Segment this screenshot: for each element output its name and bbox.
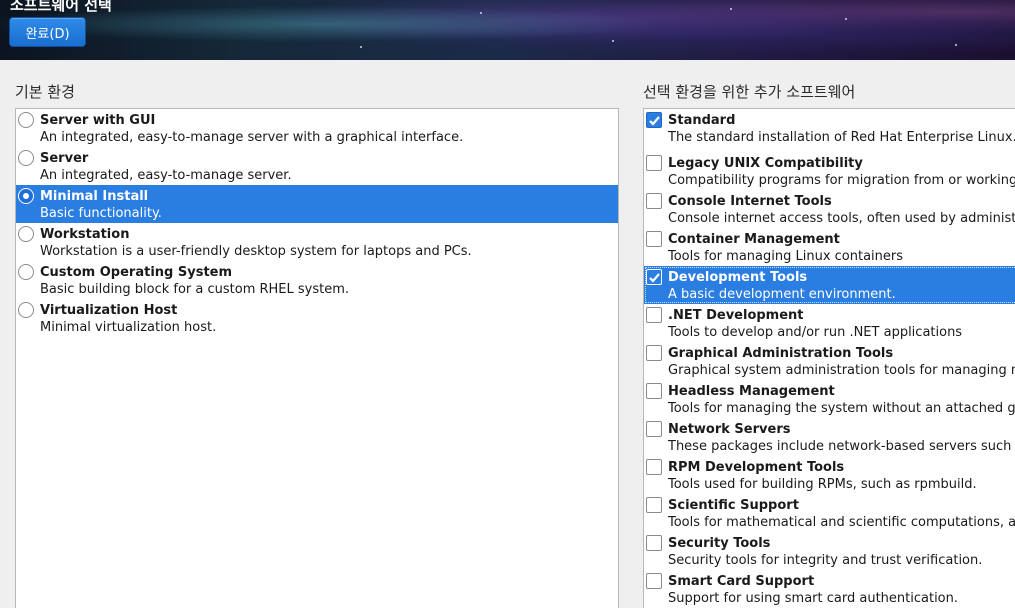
addons-heading: 선택 환경을 위한 추가 소프트웨어 [643,83,856,101]
environment-option[interactable]: Server with GUI An integrated, easy-to-ma… [16,109,618,147]
star-decoration [612,40,614,42]
environment-description: Basic functionality. [40,206,162,221]
addon-name: Console Internet Tools [668,194,832,209]
addon-option[interactable]: Development Tools A basic development env… [644,266,1015,304]
radio-icon[interactable] [18,226,34,242]
checkbox-icon[interactable] [646,383,662,399]
checkbox-icon[interactable] [646,535,662,551]
addon-option[interactable]: Console Internet Tools Console internet a… [644,190,1015,228]
radio-icon[interactable] [18,150,34,166]
checkbox-checked-icon[interactable] [646,112,662,128]
addon-description: Support for using smart card authenticat… [668,591,959,606]
page-title: 소프트웨어 선택 [10,0,112,14]
radio-icon[interactable] [18,112,34,128]
addon-name: Legacy UNIX Compatibility [668,156,863,171]
addon-description: Tools used for building RPMs, such as rp… [668,477,977,492]
environment-option[interactable]: Virtualization Host Minimal virtualizatio… [16,299,618,337]
addon-name: Scientific Support [668,498,799,513]
environment-option[interactable]: Custom Operating System Basic building bl… [16,261,618,299]
environment-description: Workstation is a user-friendly desktop s… [40,244,472,259]
base-environment-heading: 기본 환경 [15,83,75,101]
environment-option[interactable]: Workstation Workstation is a user-friendl… [16,223,618,261]
environment-name: Workstation [40,227,130,242]
addon-option[interactable]: Standard The standard installation of Red… [644,109,1015,147]
checkbox-icon[interactable] [646,231,662,247]
star-decoration [730,8,732,10]
addon-description: Compatibility programs for migration fro… [668,173,1015,188]
environment-name: Server with GUI [40,113,156,128]
addon-option[interactable]: .NET Development Tools to develop and/or … [644,304,1015,342]
checkbox-icon[interactable] [646,155,662,171]
addon-option[interactable]: Network Servers These packages include ne… [644,418,1015,456]
addon-option[interactable]: Graphical Administration Tools Graphical … [644,342,1015,380]
addon-description: Graphical system administration tools fo… [668,363,1015,378]
checkbox-icon[interactable] [646,573,662,589]
checkbox-icon[interactable] [646,307,662,323]
checkbox-icon[interactable] [646,345,662,361]
checkbox-icon[interactable] [646,193,662,209]
radio-icon[interactable] [18,264,34,280]
addon-description: These packages include network-based ser… [668,439,1015,454]
star-decoration [480,12,482,14]
addon-name: Standard [668,113,736,128]
addon-name: Security Tools [668,536,771,551]
addon-name: Container Management [668,232,840,247]
environment-description: An integrated, easy-to-manage server wit… [40,130,464,145]
star-decoration [955,44,957,46]
addon-option[interactable]: Container Management Tools for managing L… [644,228,1015,266]
addon-description: Tools to develop and/or run .NET applica… [668,325,963,340]
addon-option[interactable]: Smart Card Support Support for using smar… [644,570,1015,608]
addon-name: .NET Development [668,308,804,323]
done-button[interactable]: 완료(D) [9,17,86,47]
addon-description: Tools for managing the system without an… [668,401,1015,416]
addon-option[interactable]: RPM Development Tools Tools used for buil… [644,456,1015,494]
addon-description: The standard installation of Red Hat Ent… [668,130,1015,145]
addon-name: Network Servers [668,422,791,437]
addon-description: Console internet access tools, often use… [668,211,1015,226]
addon-name: Development Tools [668,270,808,285]
addon-list: Standard The standard installation of Red… [643,108,1015,608]
addon-option[interactable]: Security Tools Security tools for integri… [644,532,1015,570]
environment-option[interactable]: Server An integrated, easy-to-manage serv… [16,147,618,185]
addon-option[interactable]: Scientific Support Tools for mathematical… [644,494,1015,532]
addon-name: Graphical Administration Tools [668,346,894,361]
radio-icon[interactable] [18,302,34,318]
star-decoration [845,18,847,20]
environment-name: Custom Operating System [40,265,233,280]
header-banner: 소프트웨어 선택 완료(D) [0,0,1015,60]
addon-name: Smart Card Support [668,574,815,589]
addon-description: Tools for managing Linux containers [668,249,904,264]
base-environment-list: Server with GUI An integrated, easy-to-ma… [15,108,619,608]
environment-description: An integrated, easy-to-manage server. [40,168,292,183]
addon-name: Headless Management [668,384,835,399]
checkbox-icon[interactable] [646,497,662,513]
addon-option[interactable]: Legacy UNIX Compatibility Compatibility p… [644,152,1015,190]
environment-name: Minimal Install [40,189,149,204]
environment-name: Virtualization Host [40,303,178,318]
addon-description: Tools for mathematical and scientific co… [668,515,1015,530]
radio-selected-icon[interactable] [18,188,34,204]
environment-description: Minimal virtualization host. [40,320,217,335]
addon-name: RPM Development Tools [668,460,845,475]
star-decoration [360,46,362,48]
environment-name: Server [40,151,89,166]
addon-option[interactable]: Headless Management Tools for managing th… [644,380,1015,418]
addon-description: Security tools for integrity and trust v… [668,553,983,568]
radio-dot-icon [23,193,29,199]
checkbox-checked-icon[interactable] [646,269,662,285]
addon-description: A basic development environment. [668,287,896,302]
checkbox-icon[interactable] [646,459,662,475]
environment-option[interactable]: Minimal Install Basic functionality. [16,185,618,223]
environment-description: Basic building block for a custom RHEL s… [40,282,350,297]
checkbox-icon[interactable] [646,421,662,437]
